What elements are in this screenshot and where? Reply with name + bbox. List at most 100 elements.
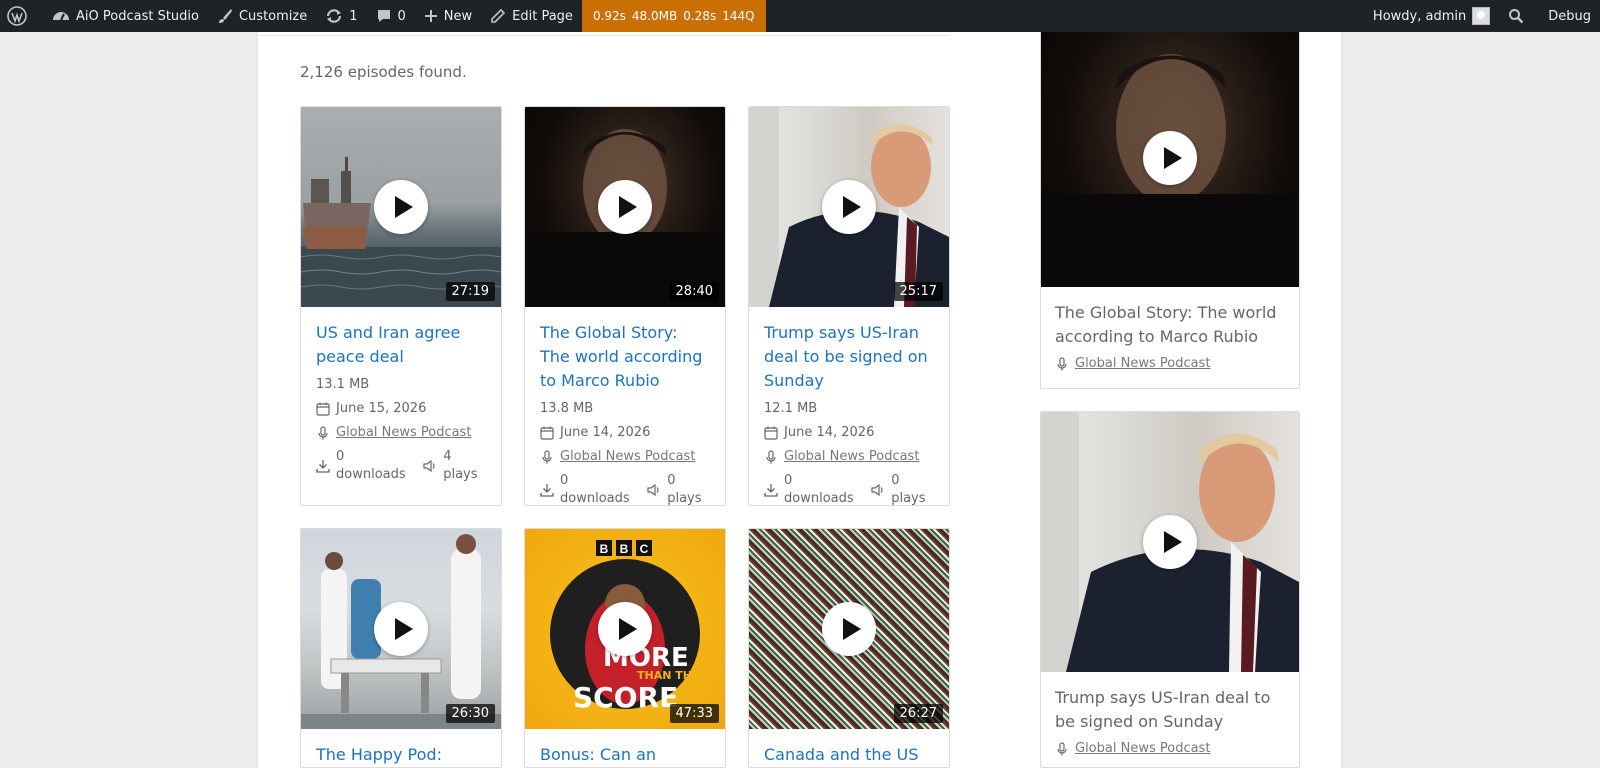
speaker-icon (647, 483, 659, 497)
updates-link[interactable]: 1 (316, 0, 366, 32)
wordpress-menu[interactable] (0, 0, 43, 32)
podcast-link[interactable]: Global News Podcast (1075, 355, 1210, 373)
episode-title-link[interactable]: US and Iran agree peace deal (316, 321, 486, 369)
speaker-icon (423, 459, 435, 473)
downloads-count: 0 downloads (336, 449, 406, 482)
dashboard-icon (53, 12, 69, 21)
query-monitor-stats[interactable]: 0.92s 48.0MB 0.28s 144Q (581, 0, 766, 32)
comments-count: 0 (397, 8, 406, 24)
debug-queries: 144Q (722, 9, 755, 23)
refresh-icon (327, 9, 342, 23)
microphone-icon (1057, 357, 1067, 371)
content-divider (258, 32, 950, 36)
plays-count: 0 plays (667, 473, 702, 506)
episode-duration: 47:33 (669, 704, 719, 723)
episode-thumbnail[interactable]: 27:19 (301, 107, 501, 307)
speaker-icon (871, 483, 883, 497)
download-icon (764, 484, 778, 497)
play-button[interactable] (374, 180, 428, 234)
site-name-menu[interactable]: AiO Podcast Studio (43, 0, 208, 32)
file-size: 13.8 MB (540, 401, 594, 416)
podcast-source: Global News Podcast (540, 448, 710, 466)
podcast-source: Global News Podcast (1055, 355, 1285, 373)
episode-stats: 0 downloads 4 plays (316, 448, 486, 484)
sidebar-episode-card: The Global Story: The world according to… (1040, 28, 1300, 389)
downloads-count: 0 downloads (784, 473, 854, 506)
bbc-letter: B (600, 542, 609, 556)
date-text: June 14, 2026 (784, 425, 875, 440)
podcast-link[interactable]: Global News Podcast (1075, 740, 1210, 758)
episode-duration: 25:17 (893, 282, 943, 301)
episode-card: 26:27 Canada and the US (748, 528, 950, 768)
date-text: June 14, 2026 (560, 425, 651, 440)
podcast-link[interactable]: Global News Podcast (784, 448, 919, 466)
podcast-link[interactable]: Global News Podcast (336, 424, 471, 442)
edit-page-label: Edit Page (512, 8, 573, 24)
episode-card: 25:17 Trump says US-Iran deal to be sign… (748, 106, 950, 506)
customize-label: Customize (238, 8, 308, 24)
admin-bar: AiO Podcast Studio Customize 1 0 New Edi… (0, 0, 1600, 32)
podcast-link[interactable]: Global News Podcast (560, 448, 695, 466)
episode-title-link[interactable]: The Global Story: The world according to… (540, 321, 710, 393)
debug-memory: 48.0MB (631, 9, 678, 23)
comments-link[interactable]: 0 (367, 0, 415, 32)
episode-card: B B C MORE THAN THE SCORE 47:33 Bonus: C… (524, 528, 726, 768)
plays-count: 0 plays (891, 473, 926, 506)
calendar-icon (316, 402, 330, 416)
episode-duration: 27:19 (445, 282, 495, 301)
new-content-menu[interactable]: New (415, 0, 481, 32)
brush-icon (218, 9, 232, 23)
search-toggle[interactable] (1499, 0, 1539, 32)
updates-count: 1 (349, 8, 358, 24)
play-button[interactable] (1143, 515, 1197, 569)
howdy-greeting: Howdy, admin (1372, 8, 1467, 24)
episode-duration: 26:27 (893, 704, 943, 723)
debug-query-time: 0.28s (683, 9, 717, 23)
episode-thumbnail[interactable]: 25:17 (749, 107, 949, 307)
episode-title-link[interactable]: The Happy Pod: (316, 743, 486, 767)
episode-thumbnail[interactable]: 28:40 (525, 107, 725, 307)
episode-thumbnail[interactable]: 26:30 (301, 529, 501, 729)
file-size: 13.1 MB (316, 377, 370, 392)
debug-label: Debug (1548, 8, 1591, 24)
bbc-letter: B (620, 542, 629, 556)
date-text: June 15, 2026 (336, 401, 427, 416)
episode-thumbnail[interactable]: B B C MORE THAN THE SCORE 47:33 (525, 529, 725, 729)
sidebar-thumbnail[interactable] (1041, 29, 1299, 287)
episode-duration: 28:40 (669, 282, 719, 301)
comment-icon (377, 10, 390, 22)
calendar-icon (764, 426, 778, 440)
customize-link[interactable]: Customize (208, 0, 316, 32)
podcast-source: Global News Podcast (764, 448, 934, 466)
play-button[interactable] (822, 180, 876, 234)
play-button[interactable] (374, 602, 428, 656)
episode-title-link[interactable]: Canada and the US (764, 743, 934, 767)
episode-date: June 14, 2026 (764, 424, 934, 442)
search-icon (1509, 9, 1524, 24)
episode-thumbnail[interactable]: 26:27 (749, 529, 949, 729)
sidebar-episode-title[interactable]: The Global Story: The world according to… (1055, 301, 1285, 349)
bbc-letter: C (640, 542, 649, 556)
edit-page-link[interactable]: Edit Page (481, 0, 582, 32)
episode-title-link[interactable]: Bonus: Can an African (540, 743, 710, 767)
file-size: 12.1 MB (764, 401, 818, 416)
my-account-menu[interactable]: Howdy, admin (1364, 0, 1499, 32)
episode-title-link[interactable]: Trump says US-Iran deal to be signed on … (764, 321, 934, 393)
podcast-source: Global News Podcast (316, 424, 486, 442)
new-label: New (443, 8, 473, 24)
artwork-title-line3: SCORE (573, 681, 678, 714)
play-button[interactable] (1143, 131, 1197, 185)
episode-card: 26:30 The Happy Pod: (300, 528, 502, 768)
debug-menu[interactable]: Debug (1539, 0, 1600, 32)
sidebar-thumbnail[interactable] (1041, 412, 1299, 672)
episode-card: 27:19 US and Iran agree peace deal 13.1 … (300, 106, 502, 506)
episode-duration: 26:30 (445, 704, 495, 723)
download-icon (540, 484, 554, 497)
play-button[interactable] (598, 602, 652, 656)
download-icon (316, 460, 330, 473)
calendar-icon (540, 426, 554, 440)
play-button[interactable] (822, 602, 876, 656)
play-button[interactable] (598, 180, 652, 234)
sidebar-episode-title[interactable]: Trump says US-Iran deal to be signed on … (1055, 686, 1285, 734)
episode-card: 28:40 The Global Story: The world accord… (524, 106, 726, 506)
